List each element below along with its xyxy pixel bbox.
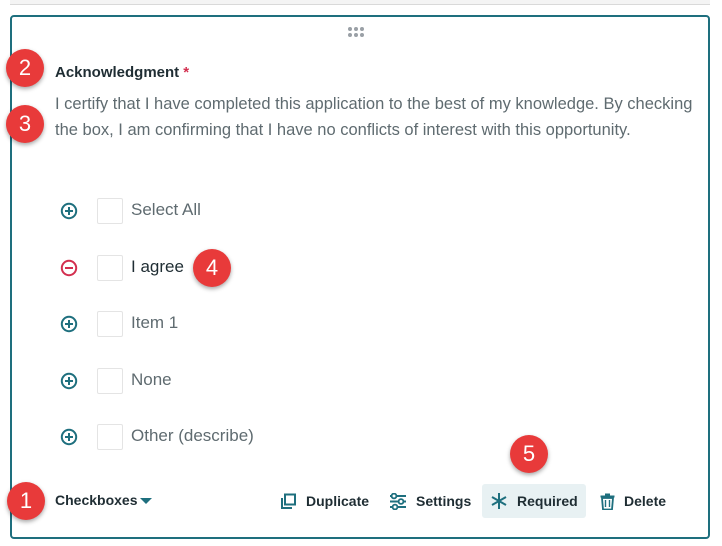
previous-card-edge — [10, 0, 710, 5]
option-label[interactable]: I agree — [131, 257, 184, 277]
required-star: * — [183, 64, 190, 81]
plus-circle-icon[interactable] — [60, 372, 78, 390]
option-label[interactable]: Item 1 — [131, 313, 178, 333]
chevron-down-icon[interactable] — [140, 498, 152, 504]
drag-handle-icon[interactable] — [348, 25, 368, 39]
option-other: Other (describe) — [60, 422, 460, 452]
option-checkbox[interactable] — [97, 368, 123, 394]
duplicate-button[interactable]: Duplicate — [280, 484, 369, 518]
minus-circle-icon[interactable] — [60, 259, 78, 277]
annotation-badge-3: 3 — [6, 105, 44, 143]
question-title[interactable]: Acknowledgment * — [55, 64, 189, 81]
option-label[interactable]: Select All — [131, 200, 201, 220]
duplicate-icon — [281, 493, 296, 509]
required-label: Required — [517, 493, 578, 509]
option-none: None — [60, 366, 460, 396]
option-select-all: Select All — [60, 196, 460, 226]
option-i-agree: I agree — [60, 253, 460, 283]
option-checkbox[interactable] — [97, 424, 123, 450]
duplicate-label: Duplicate — [306, 493, 370, 509]
option-label[interactable]: Other (describe) — [131, 426, 254, 446]
option-checkbox[interactable] — [97, 255, 123, 281]
settings-label: Settings — [416, 493, 472, 509]
annotation-badge-5: 5 — [510, 435, 548, 473]
option-checkbox[interactable] — [97, 198, 123, 224]
plus-circle-icon[interactable] — [60, 315, 78, 333]
annotation-badge-1: 1 — [7, 482, 45, 520]
option-checkbox[interactable] — [97, 311, 123, 337]
option-item-1: Item 1 — [60, 309, 460, 339]
question-type-dropdown[interactable]: Checkboxes — [55, 492, 137, 508]
question-title-text: Acknowledgment — [55, 64, 180, 81]
annotation-badge-2: 2 — [6, 49, 44, 87]
sliders-icon — [390, 492, 406, 510]
settings-button[interactable]: Settings — [389, 484, 471, 518]
delete-label: Delete — [624, 493, 667, 509]
plus-circle-icon[interactable] — [60, 202, 78, 220]
plus-circle-icon[interactable] — [60, 428, 78, 446]
asterisk-icon — [491, 493, 507, 509]
trash-icon — [600, 493, 615, 510]
option-label[interactable]: None — [131, 370, 172, 390]
question-description[interactable]: I certify that I have completed this app… — [55, 91, 695, 143]
annotation-badge-4: 4 — [193, 249, 231, 287]
delete-button[interactable]: Delete — [600, 484, 666, 518]
required-toggle-button[interactable]: Required — [482, 484, 586, 518]
